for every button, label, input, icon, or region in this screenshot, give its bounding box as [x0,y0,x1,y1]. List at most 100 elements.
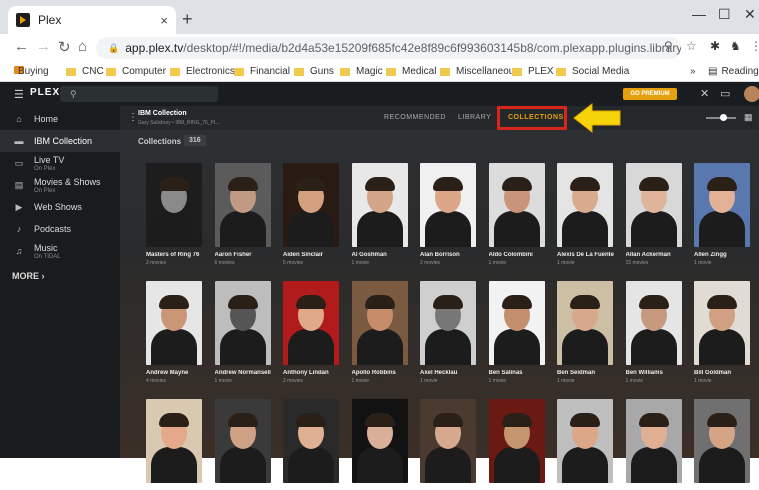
collection-title[interactable]: Allen Zingg [694,252,752,258]
bookmark-guns[interactable]: Guns [294,66,334,77]
collection-poster[interactable] [283,281,339,365]
collection-card[interactable] [694,399,752,490]
collection-title[interactable]: Ben Salinas [489,370,547,376]
tab-library[interactable]: LIBRARY [458,114,491,121]
collection-card[interactable]: Alan Borrison 2 movies [420,163,478,266]
collection-card[interactable]: Al Goshman 1 movie [351,163,410,266]
collection-title[interactable]: Alan Borrison [420,252,478,258]
collection-card[interactable] [214,399,273,490]
collection-poster[interactable] [420,281,476,365]
collection-poster[interactable] [694,281,750,365]
collection-card[interactable] [557,399,615,490]
bookmark-social-media[interactable]: Social Media [556,66,629,77]
collection-title[interactable]: Ben Williams [626,370,684,376]
bookmark-medical[interactable]: Medical [386,66,436,77]
sidebar-item-music[interactable]: ♫ Music On TIDAL [0,240,120,262]
collection-title[interactable]: Aiden Sinclair [283,252,341,258]
bookmark-cnc[interactable]: CNC [66,66,104,77]
bookmark-plex[interactable]: PLEX [512,66,554,77]
sidebar-item-ibm-collection[interactable]: ▬ IBM Collection [0,130,120,152]
collection-poster[interactable] [351,163,408,247]
collection-card[interactable] [488,399,547,490]
avatar[interactable] [744,86,759,102]
collection-poster[interactable] [557,163,613,247]
collection-title[interactable]: Andrew Normansell [215,370,273,376]
new-tab-button[interactable]: + [182,9,193,30]
collection-title[interactable]: Masters of Ring 76 [146,252,204,258]
collection-card[interactable] [146,399,204,490]
collection-card[interactable]: Aaron Fisher 6 movies [214,163,273,266]
collection-title[interactable]: Ben Seidman [557,370,615,376]
search-input[interactable]: ⚲ [60,86,218,102]
collection-card[interactable]: Andrew Normansell 1 movie [214,281,273,384]
collection-poster[interactable] [488,281,545,365]
collection-card[interactable]: Bill Goldman 1 movie [694,281,752,384]
collection-card[interactable]: Aiden Sinclair 5 movies [283,163,341,266]
menu-icon[interactable]: ⋮ [750,39,759,53]
poster-size-slider[interactable] [706,114,736,121]
back-icon[interactable]: ← [14,38,29,55]
slider-knob[interactable] [720,114,727,121]
collection-card[interactable]: Ben Seidman 1 movie [557,281,615,384]
collection-poster[interactable] [625,281,682,365]
sidebar-item-home[interactable]: ⌂ Home [0,108,120,130]
collection-poster[interactable] [146,399,202,483]
collection-poster[interactable] [625,399,682,483]
collection-poster[interactable] [283,163,339,247]
collection-poster[interactable] [488,163,545,247]
collection-card[interactable] [625,399,684,490]
bookmark-electronics[interactable]: Electronics [170,66,235,77]
close-window-icon[interactable]: ✕ [744,6,756,23]
zoom-icon[interactable]: ⚲ [664,39,673,53]
collection-poster[interactable] [625,163,682,247]
tab-close-button[interactable]: × [160,13,168,28]
collection-title[interactable]: Apollo Robbins [352,370,410,376]
reload-icon[interactable]: ↻ [58,38,71,56]
plex-logo[interactable]: PLEX [30,87,60,98]
collection-poster[interactable] [283,399,339,483]
collection-card[interactable]: Allen Zingg 1 movie [694,163,752,266]
collection-poster[interactable] [557,399,613,483]
collection-card[interactable] [283,399,341,490]
collection-poster[interactable] [694,399,750,483]
extensions-icon[interactable]: ✱ [710,39,720,53]
collection-poster[interactable] [214,399,271,483]
cast-icon[interactable]: ▭ [720,87,730,100]
collection-title[interactable]: Andrew Mayne [146,370,204,376]
collection-poster[interactable] [146,281,202,365]
bookmarks-overflow-button[interactable]: » [690,66,696,77]
activity-icon[interactable]: ✕ [700,87,709,100]
collection-poster[interactable] [557,281,613,365]
collection-card[interactable]: Anthony Lindan 2 movies [283,281,341,384]
bookmark-computer[interactable]: Computer [106,66,166,77]
collection-card[interactable]: Andrew Mayne 4 movies [146,281,204,384]
collection-title[interactable]: Alexis De La Fuente [557,252,615,258]
collection-card[interactable] [351,399,410,490]
collection-title[interactable]: Allan Ackerman [626,252,684,258]
more-button[interactable]: MORE › [12,271,45,281]
bookmark-financial[interactable]: Financial [234,66,290,77]
home-icon[interactable]: ⌂ [78,38,87,55]
collection-poster[interactable] [214,163,271,247]
tab-recommended[interactable]: RECOMMENDED [384,114,446,121]
library-menu-icon[interactable]: ⋮ [128,112,138,123]
hamburger-menu-icon[interactable]: ☰ [14,88,24,101]
maximize-icon[interactable]: ☐ [718,6,731,23]
address-bar[interactable]: 🔒 app.plex.tv /desktop/#!/media/b2d4a53e… [96,37,681,59]
collection-poster[interactable] [351,399,408,483]
minimize-icon[interactable]: — [692,6,706,22]
reading-list-button[interactable]: ▤Reading li [708,66,759,77]
collection-poster[interactable] [420,399,476,483]
go-premium-button[interactable]: GO PREMIUM [623,88,677,100]
star-icon[interactable]: ☆ [686,39,697,53]
sidebar-item-live-tv[interactable]: ▭ Live TV On Plex [0,152,120,174]
sidebar-item-movies-shows[interactable]: ▤ Movies & Shows On Plex [0,174,120,196]
forward-icon[interactable]: → [36,38,51,55]
collection-card[interactable]: Allan Ackerman 15 movies [625,163,684,266]
sidebar-item-web-shows[interactable]: ▶ Web Shows [0,196,120,218]
collection-title[interactable]: Aldo Colombini [489,252,547,258]
bookmark-magic[interactable]: Magic [340,66,383,77]
collection-card[interactable]: Alexis De La Fuente 1 movie [557,163,615,266]
collection-poster[interactable] [214,281,271,365]
collection-card[interactable]: Masters of Ring 76 2 movies [146,163,204,266]
